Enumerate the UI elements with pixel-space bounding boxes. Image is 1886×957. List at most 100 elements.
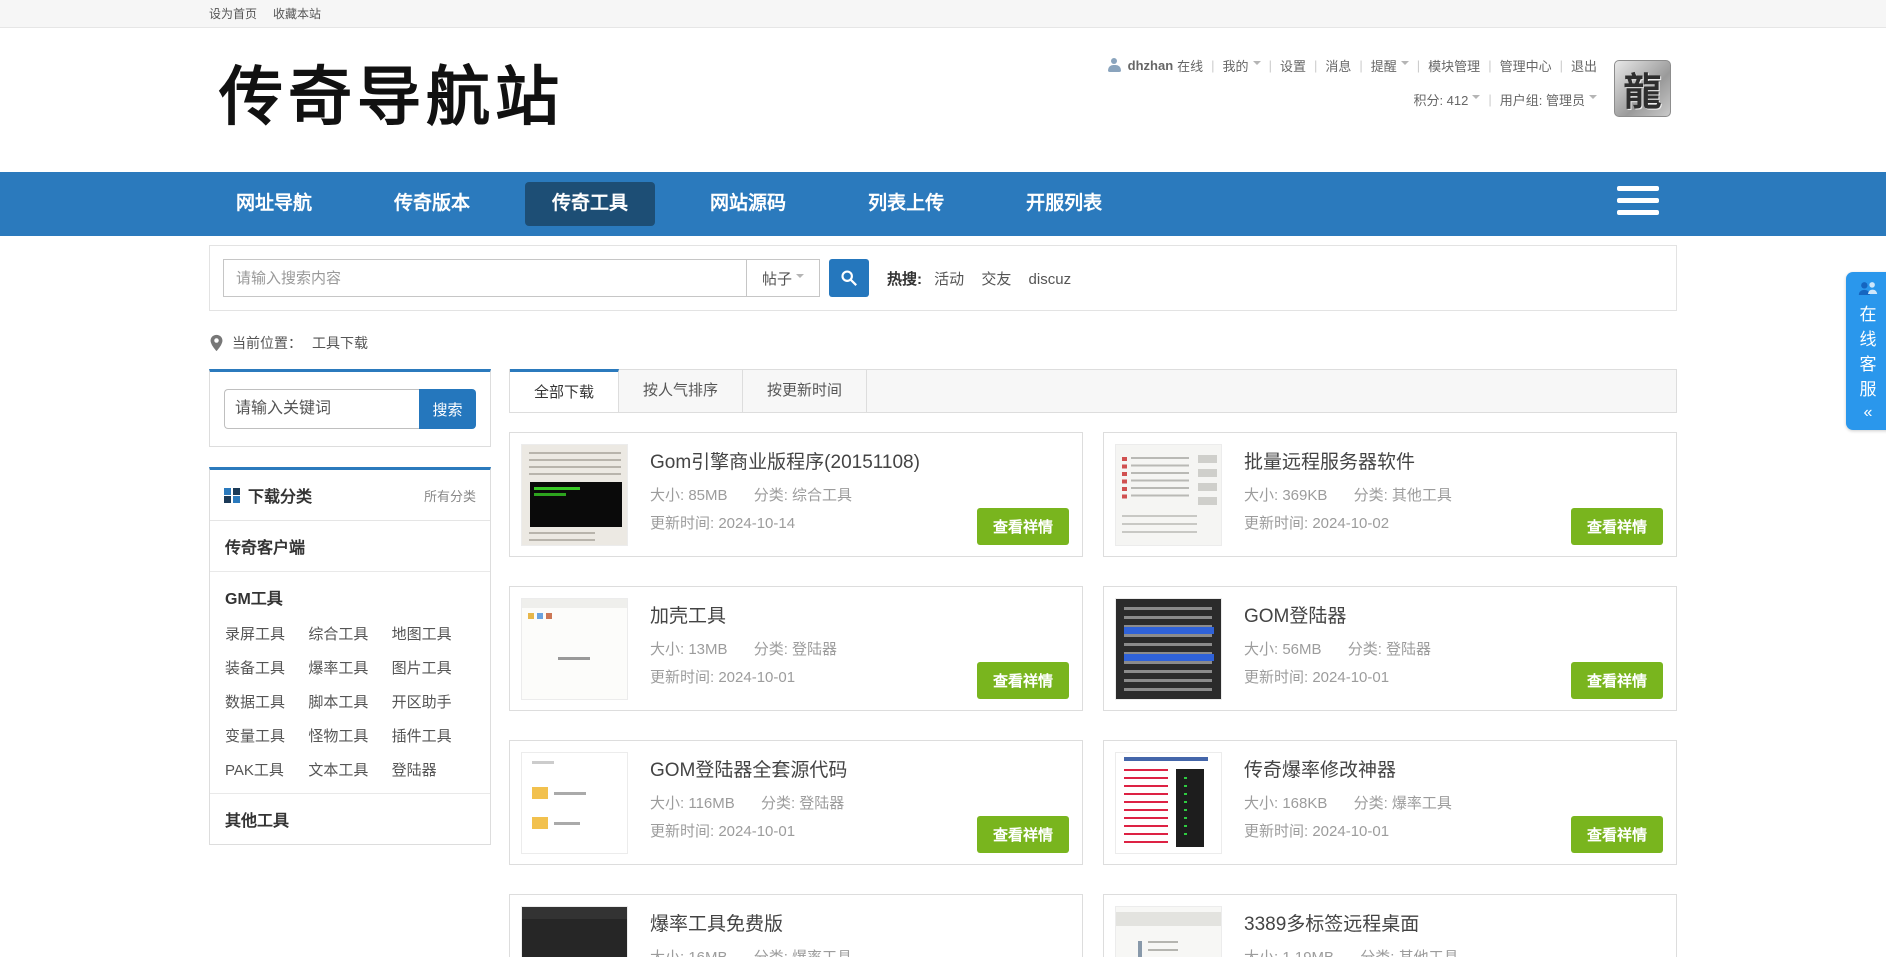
card-title[interactable]: Gom引擎商业版程序(20151108) xyxy=(650,447,920,474)
card-title[interactable]: 爆率工具免费版 xyxy=(650,909,783,936)
username-link[interactable]: dhzhan xyxy=(1128,58,1174,73)
card-updated: 更新时间: 2024-10-01 xyxy=(1244,820,1389,841)
divider: | xyxy=(1560,58,1563,73)
user-icon xyxy=(1108,58,1121,72)
download-card: 加壳工具 大小: 13MB 分类: 登陆器 更新时间: 2024-10-01 查… xyxy=(509,586,1083,711)
hamburger-menu-icon[interactable] xyxy=(1617,186,1659,222)
cat-link[interactable]: 装备工具 xyxy=(225,657,308,678)
remote-batch-screenshot[interactable] xyxy=(1115,444,1222,546)
cat-link[interactable]: 变量工具 xyxy=(225,725,308,746)
category-other-tools[interactable]: 其他工具 xyxy=(225,807,475,831)
card-title[interactable]: 加壳工具 xyxy=(650,601,726,628)
menu-admin-center[interactable]: 管理中心 xyxy=(1500,56,1552,75)
cat-link[interactable]: 图片工具 xyxy=(392,657,475,678)
cat-link[interactable]: PAK工具 xyxy=(225,759,308,780)
menu-notifications[interactable]: 提醒 xyxy=(1371,56,1397,75)
cat-link[interactable]: 数据工具 xyxy=(225,691,308,712)
divider: | xyxy=(1359,58,1362,73)
menu-module-admin[interactable]: 模块管理 xyxy=(1428,56,1480,75)
menu-settings[interactable]: 设置 xyxy=(1280,56,1306,75)
chevron-down-icon xyxy=(1401,61,1409,69)
shell-tool-screenshot[interactable] xyxy=(521,598,628,700)
location-pin-icon xyxy=(209,334,224,352)
nav-item-legend-versions[interactable]: 传奇版本 xyxy=(367,172,497,236)
usergroup-dropdown[interactable]: 用户组: 管理员 xyxy=(1500,90,1585,109)
cat-link[interactable]: 录屏工具 xyxy=(225,623,308,644)
gm-tools-links: 录屏工具 综合工具 地图工具 装备工具 爆率工具 图片工具 数据工具 脚本工具 … xyxy=(225,623,475,780)
tab-by-popularity[interactable]: 按人气排序 xyxy=(619,370,743,412)
download-categories-panel: 下载分类 所有分类 传奇客户端 GM工具 录屏工具 综合工具 地图工具 装备工具… xyxy=(209,467,491,845)
set-homepage-link[interactable]: 设为首页 xyxy=(209,5,257,22)
card-title[interactable]: 传奇爆率修改神器 xyxy=(1244,755,1396,782)
cat-link[interactable]: 爆率工具 xyxy=(308,657,391,678)
sidebar-search-button[interactable]: 搜索 xyxy=(419,389,476,429)
chevron-down-icon xyxy=(1472,95,1480,103)
nav-item-list-upload[interactable]: 列表上传 xyxy=(841,172,971,236)
breadcrumb-current[interactable]: 工具下载 xyxy=(312,333,368,353)
bookmark-site-link[interactable]: 收藏本站 xyxy=(273,5,321,22)
view-detail-button[interactable]: 查看祥情 xyxy=(1571,508,1663,545)
view-detail-button[interactable]: 查看祥情 xyxy=(1571,816,1663,853)
cat-link[interactable]: 怪物工具 xyxy=(308,725,391,746)
sidebar-search-panel: 搜索 xyxy=(209,369,491,447)
view-detail-button[interactable]: 查看祥情 xyxy=(977,816,1069,853)
card-title[interactable]: 批量远程服务器软件 xyxy=(1244,447,1415,474)
user-status: 在线 xyxy=(1177,56,1203,75)
cat-link[interactable]: 登陆器 xyxy=(392,759,475,780)
rate-modifier-screenshot[interactable] xyxy=(1115,752,1222,854)
card-title[interactable]: GOM登陆器 xyxy=(1244,601,1346,628)
cat-link[interactable]: 地图工具 xyxy=(392,623,475,644)
tab-by-update-time[interactable]: 按更新时间 xyxy=(743,370,867,412)
view-detail-button[interactable]: 查看祥情 xyxy=(1571,662,1663,699)
search-button[interactable] xyxy=(829,259,869,297)
online-service-widget[interactable]: 在 线 客 服 « xyxy=(1846,272,1886,430)
hot-search-label: 热搜: xyxy=(887,271,922,288)
nav-item-server-list[interactable]: 开服列表 xyxy=(999,172,1129,236)
category-legend-client[interactable]: 传奇客户端 xyxy=(225,534,475,558)
download-card: 3389多标签远程桌面 大小: 1.19MB 分类: 其他工具 更新时间: 查看… xyxy=(1103,894,1677,957)
remote-3389-screenshot[interactable] xyxy=(1115,906,1222,957)
divider: | xyxy=(1417,58,1420,73)
gom-login-screenshot[interactable] xyxy=(1115,598,1222,700)
card-title[interactable]: GOM登陆器全套源代码 xyxy=(650,755,847,782)
credits-dropdown[interactable]: 积分: 412 xyxy=(1413,90,1468,109)
nav-item-legend-tools[interactable]: 传奇工具 xyxy=(525,182,655,226)
search-input[interactable] xyxy=(223,259,746,297)
chevron-down-icon xyxy=(796,274,804,282)
card-title[interactable]: 3389多标签远程桌面 xyxy=(1244,909,1419,936)
cat-link[interactable]: 脚本工具 xyxy=(308,691,391,712)
menu-mine[interactable]: 我的 xyxy=(1223,56,1249,75)
divider: | xyxy=(1314,58,1317,73)
search-type-select[interactable]: 帖子 xyxy=(746,259,820,297)
card-meta: 大小: 168KB 分类: 爆率工具 xyxy=(1244,792,1452,813)
keyword-input[interactable] xyxy=(224,389,419,429)
site-logo[interactable]: 传奇导航站 xyxy=(219,46,564,138)
card-meta: 大小: 85MB 分类: 综合工具 xyxy=(650,484,852,505)
card-meta: 大小: 16MB 分类: 爆率工具 xyxy=(650,946,852,957)
menu-logout[interactable]: 退出 xyxy=(1571,56,1597,75)
nav-item-url-nav[interactable]: 网址导航 xyxy=(209,172,339,236)
cat-link[interactable]: 开区助手 xyxy=(392,691,475,712)
hot-link-friends[interactable]: 交友 xyxy=(981,271,1011,288)
hot-link-discuz[interactable]: discuz xyxy=(1029,271,1072,288)
source-folders-screenshot[interactable] xyxy=(521,752,628,854)
cat-link[interactable]: 文本工具 xyxy=(308,759,391,780)
view-detail-button[interactable]: 查看祥情 xyxy=(977,662,1069,699)
menu-messages[interactable]: 消息 xyxy=(1325,56,1351,75)
category-gm-tools[interactable]: GM工具 xyxy=(225,585,475,609)
cat-link[interactable]: 综合工具 xyxy=(308,623,391,644)
card-meta: 大小: 56MB 分类: 登陆器 xyxy=(1244,638,1431,659)
divider: | xyxy=(1488,58,1491,73)
view-detail-button[interactable]: 查看祥情 xyxy=(977,508,1069,545)
nav-item-site-source[interactable]: 网站源码 xyxy=(683,172,813,236)
header: 传奇导航站 dhzhan 在线 | 我的 | 设置 | 消息 | 提醒 | 模块… xyxy=(0,28,1886,172)
all-categories-link[interactable]: 所有分类 xyxy=(424,486,476,505)
user-block: dhzhan 在线 | 我的 | 设置 | 消息 | 提醒 | 模块管理 | 管… xyxy=(1108,52,1597,112)
tab-all-downloads[interactable]: 全部下载 xyxy=(510,369,619,412)
card-meta: 大小: 13MB 分类: 登陆器 xyxy=(650,638,837,659)
gom-engine-screenshot[interactable] xyxy=(521,444,628,546)
cat-link[interactable]: 插件工具 xyxy=(392,725,475,746)
rate-free-screenshot[interactable] xyxy=(521,906,628,957)
hot-link-activity[interactable]: 活动 xyxy=(934,271,964,288)
avatar[interactable]: 龍 xyxy=(1614,60,1671,117)
